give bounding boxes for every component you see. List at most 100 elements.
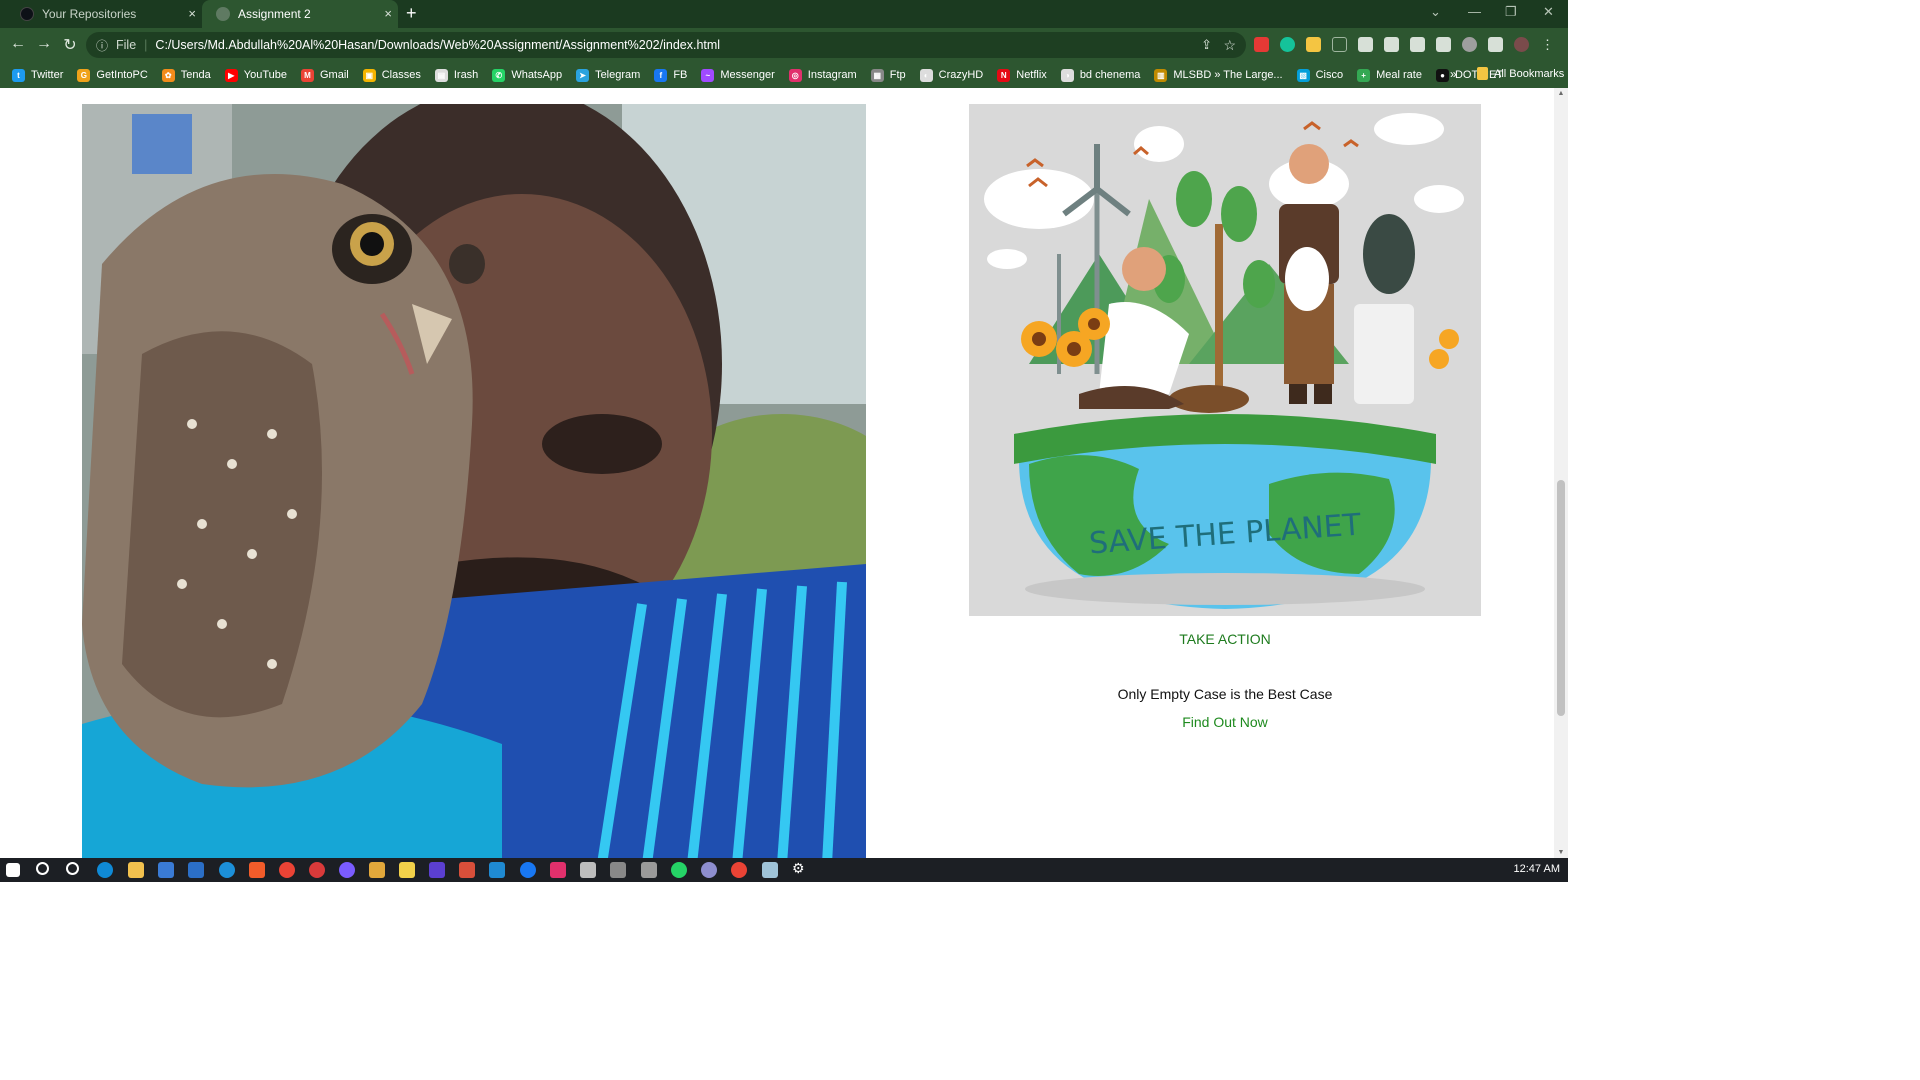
globe-icon bbox=[216, 7, 230, 21]
reading-list-icon[interactable] bbox=[1410, 37, 1425, 52]
close-window-button[interactable]: ✕ bbox=[1543, 4, 1554, 20]
tab-strip: Your Repositories × Assignment 2 × + ⌄ —… bbox=[0, 0, 1568, 28]
scroll-thumb[interactable] bbox=[1557, 480, 1565, 716]
find-out-now-link[interactable]: Find Out Now bbox=[969, 714, 1481, 730]
file-explorer-icon[interactable] bbox=[128, 862, 144, 878]
app-icon[interactable] bbox=[309, 862, 325, 878]
google-icon[interactable] bbox=[1462, 37, 1477, 52]
page-scrollbar[interactable]: ▲ ▼ bbox=[1554, 88, 1568, 858]
bookmark-twitter[interactable]: t Twitter bbox=[12, 68, 64, 82]
app-icon[interactable] bbox=[339, 862, 355, 878]
bookmark-fb[interactable]: f FB bbox=[654, 68, 688, 82]
notepad-icon[interactable] bbox=[762, 862, 778, 878]
instagram-icon[interactable] bbox=[550, 862, 566, 878]
bookmark-label: Twitter bbox=[31, 69, 64, 81]
app-icon[interactable] bbox=[399, 862, 415, 878]
tab-your-repositories[interactable]: Your Repositories × bbox=[6, 0, 202, 28]
app-icon[interactable] bbox=[459, 862, 475, 878]
take-action-link[interactable]: TAKE ACTION bbox=[969, 631, 1481, 647]
scroll-up-arrow-icon[interactable]: ▲ bbox=[1557, 90, 1565, 97]
new-tab-button[interactable]: + bbox=[406, 3, 417, 24]
bookmark-classes[interactable]: ▣ Classes bbox=[362, 68, 421, 82]
app-icon[interactable] bbox=[580, 862, 596, 878]
instagram-icon: ◎ bbox=[788, 68, 802, 82]
puzzle-icon[interactable] bbox=[1358, 37, 1373, 52]
search-icon[interactable] bbox=[36, 862, 49, 875]
back-button[interactable]: ← bbox=[8, 35, 28, 53]
reload-button[interactable]: ↻ bbox=[60, 35, 80, 55]
address-bar[interactable]: ⓘ File | C:/Users/Md.Abdullah%20Al%20Has… bbox=[86, 32, 1246, 58]
bookmark-label: MLSBD » The Large... bbox=[1173, 69, 1283, 81]
irash-icon: ▤ bbox=[434, 68, 448, 82]
mealrate-icon: + bbox=[1357, 68, 1371, 82]
minimize-button[interactable]: — bbox=[1468, 4, 1481, 19]
bookmark-whatsapp[interactable]: ✆ WhatsApp bbox=[492, 68, 562, 82]
twitter-icon: t bbox=[12, 68, 25, 82]
facebook-icon[interactable] bbox=[520, 862, 536, 878]
extension-icon[interactable] bbox=[1254, 37, 1269, 52]
bookmark-label: Instagram bbox=[807, 69, 857, 81]
bookmark-gmail[interactable]: M Gmail bbox=[300, 68, 349, 82]
bookmark-label: Tenda bbox=[180, 69, 211, 81]
restore-button[interactable]: ❐ bbox=[1505, 4, 1517, 20]
extension-icon[interactable] bbox=[1306, 37, 1321, 52]
cortana-icon[interactable] bbox=[66, 862, 79, 875]
side-panel-icon[interactable] bbox=[1488, 37, 1503, 52]
bookmark-bd-chenema[interactable]: ◑ bd chenema bbox=[1060, 68, 1140, 82]
bookmark-irash[interactable]: ▤ Irash bbox=[434, 68, 478, 82]
bookmark-ftp[interactable]: ▦ Ftp bbox=[870, 68, 906, 82]
bookmark-youtube[interactable]: ▶ YouTube bbox=[224, 68, 287, 82]
brave-icon[interactable] bbox=[249, 862, 265, 878]
camera-icon[interactable] bbox=[641, 862, 657, 878]
bookmark-cisco[interactable]: ▧ Cisco bbox=[1296, 68, 1343, 82]
edge-icon[interactable] bbox=[97, 862, 113, 878]
app-icon[interactable] bbox=[369, 862, 385, 878]
bookmark-instagram[interactable]: ◎ Instagram bbox=[788, 68, 857, 82]
vscode-icon[interactable] bbox=[489, 862, 505, 878]
tab-search-chevron-icon[interactable]: ⌄ bbox=[1430, 4, 1441, 20]
flask-icon[interactable] bbox=[1384, 37, 1399, 52]
menu-kebab-icon[interactable]: ⋮ bbox=[1540, 37, 1555, 52]
store-icon[interactable] bbox=[158, 862, 174, 878]
tab-title: Your Repositories bbox=[42, 7, 137, 21]
scroll-down-arrow-icon[interactable]: ▼ bbox=[1557, 849, 1565, 856]
bookmark-crazyhd[interactable]: ◐ CrazyHD bbox=[919, 68, 983, 82]
calculator-icon[interactable] bbox=[610, 862, 626, 878]
share-icon[interactable]: ⇪ bbox=[1201, 37, 1212, 53]
bookmark-telegram[interactable]: ➤ Telegram bbox=[576, 68, 640, 82]
bookmark-netflix[interactable]: N Netflix bbox=[997, 68, 1047, 82]
windows-start-icon[interactable] bbox=[6, 863, 20, 877]
owl-photo bbox=[82, 104, 866, 858]
app-icon[interactable] bbox=[701, 862, 717, 878]
bookmark-getintopc[interactable]: G GetIntoPC bbox=[77, 68, 148, 82]
grammarly-icon[interactable] bbox=[1280, 37, 1295, 52]
site-info-icon[interactable]: ⓘ bbox=[96, 37, 108, 54]
github-icon bbox=[20, 7, 34, 21]
app-icon[interactable] bbox=[219, 862, 235, 878]
forward-button[interactable]: → bbox=[34, 35, 54, 53]
bookmark-star-icon[interactable]: ☆ bbox=[1223, 37, 1236, 54]
bookmark-mlsbd-the-large[interactable]: ▥ MLSBD » The Large... bbox=[1154, 68, 1283, 82]
chrome-icon[interactable] bbox=[279, 862, 295, 878]
bookmark-meal-rate[interactable]: + Meal rate bbox=[1357, 68, 1422, 82]
bookmark-tenda[interactable]: ✿ Tenda bbox=[161, 68, 211, 82]
mail-icon[interactable] bbox=[188, 862, 204, 878]
telegram-icon: ➤ bbox=[576, 68, 590, 82]
tab-assignment-2[interactable]: Assignment 2 × bbox=[202, 0, 398, 28]
whatsapp-icon[interactable] bbox=[671, 862, 687, 878]
avatar[interactable] bbox=[1514, 37, 1529, 52]
download-icon[interactable] bbox=[1436, 37, 1451, 52]
extension-icon[interactable] bbox=[1332, 37, 1347, 52]
gmail-icon: M bbox=[300, 68, 314, 82]
bookmark-label: FB bbox=[673, 69, 688, 81]
close-tab-icon[interactable]: × bbox=[188, 6, 196, 21]
url-text[interactable]: C:/Users/Md.Abdullah%20Al%20Hasan/Downlo… bbox=[155, 38, 720, 52]
bookmark-messenger[interactable]: ~ Messenger bbox=[701, 68, 775, 82]
taskbar-clock[interactable]: 12:47 AM bbox=[1514, 863, 1560, 875]
settings-gear-icon[interactable]: ⚙ bbox=[792, 860, 808, 876]
close-tab-icon[interactable]: × bbox=[384, 6, 392, 21]
app-icon[interactable] bbox=[429, 862, 445, 878]
all-bookmarks-button[interactable]: All Bookmarks bbox=[1477, 67, 1564, 80]
bookmarks-overflow-icon[interactable]: » bbox=[1450, 67, 1457, 81]
chrome-icon[interactable] bbox=[731, 862, 747, 878]
